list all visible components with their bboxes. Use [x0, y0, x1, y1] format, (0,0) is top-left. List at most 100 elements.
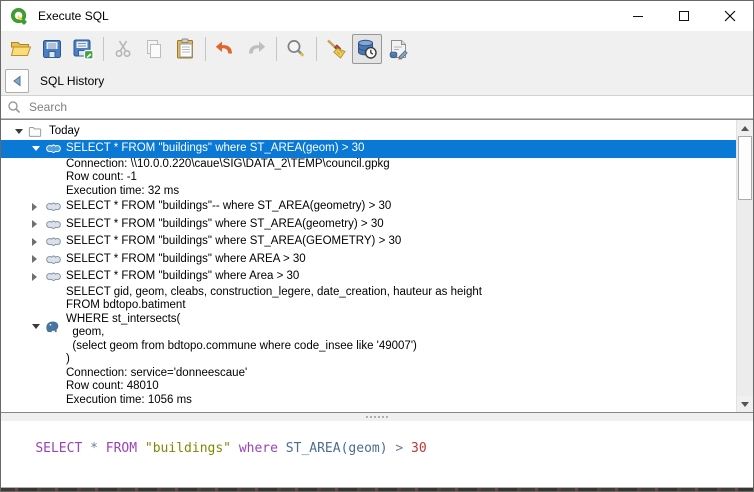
redo-button[interactable]: [241, 34, 271, 64]
sql-history-button[interactable]: [352, 34, 382, 64]
panel-title: SQL History: [40, 74, 104, 88]
sql-editor[interactable]: SELECT * FROM "buildings" where ST_AREA(…: [1, 421, 753, 487]
tree-row-text: SELECT * FROM "buildings" where AREA > 3…: [66, 253, 306, 267]
tree-row-text: Connection: \\10.0.0.220\caue\SIG\DATA_2…: [66, 158, 390, 172]
collapse-arrow-icon[interactable]: [32, 324, 40, 329]
tree-row-text: Row count: -1: [66, 171, 137, 185]
open-folder-icon: [9, 37, 33, 61]
tree-row-text: SELECT * FROM "buildings" where ST_AREA(…: [66, 142, 364, 156]
tree-query-row[interactable]: SELECT * FROM "buildings" where AREA > 3…: [1, 251, 736, 269]
cut-button[interactable]: [108, 34, 138, 64]
paste-button[interactable]: [170, 34, 200, 64]
gpkg-icon: [45, 200, 66, 213]
search-input[interactable]: [27, 99, 747, 115]
tree-query-row[interactable]: SELECT * FROM "buildings" where ST_AREA(…: [1, 140, 736, 158]
clear-button[interactable]: [321, 34, 351, 64]
tree-row-text: Connection: service='donneescaue': [66, 367, 247, 381]
paste-icon: [173, 37, 197, 61]
tree-row-text: Execution time: 1056 ms: [66, 394, 192, 408]
splitter-handle[interactable]: [1, 413, 753, 421]
close-button[interactable]: [707, 1, 753, 31]
undo-icon: [213, 37, 237, 61]
expander-cell: [32, 238, 45, 246]
find-button[interactable]: [281, 34, 311, 64]
gpkg-icon: [45, 270, 66, 283]
expander-cell: [32, 203, 45, 211]
expander-cell: [15, 129, 28, 134]
tree-detail-row[interactable]: Execution time: 32 ms: [1, 185, 736, 199]
expander-cell: [32, 324, 45, 329]
tree-row-text: Row count: 48010: [66, 380, 159, 394]
scroll-up-button[interactable]: [737, 120, 753, 136]
expand-arrow-icon[interactable]: [32, 255, 37, 263]
arrow-down-icon: [741, 402, 749, 407]
minimize-icon: [633, 16, 643, 17]
window-title: Execute SQL: [38, 9, 615, 23]
splitter-dots-icon: [366, 416, 388, 418]
vertical-scrollbar[interactable]: [736, 120, 753, 412]
panel-header: SQL History: [1, 67, 753, 95]
expand-arrow-icon[interactable]: [32, 203, 37, 211]
save-as-icon: [71, 37, 95, 61]
gpkg-icon: [45, 142, 66, 155]
scroll-down-button[interactable]: [737, 396, 753, 412]
back-button[interactable]: [5, 69, 29, 93]
execute-query-button[interactable]: [383, 34, 413, 64]
search-bar: [1, 95, 753, 119]
copy-icon: [142, 37, 166, 61]
gpkg-icon: [45, 253, 66, 266]
minimize-button[interactable]: [615, 1, 661, 31]
tree-detail-row[interactable]: Connection: service='donneescaue': [1, 367, 736, 381]
tree-query-row[interactable]: SELECT gid, geom, cleabs, construction_l…: [1, 286, 736, 367]
expander-cell: [32, 255, 45, 263]
broom-icon: [324, 37, 348, 61]
redo-icon: [244, 37, 268, 61]
expander-cell: [32, 146, 45, 151]
tree-query-row[interactable]: SELECT * FROM "buildings" where Area > 3…: [1, 268, 736, 286]
tree-row-text: SELECT * FROM "buildings"-- where ST_ARE…: [66, 200, 391, 214]
toolbar-separator: [316, 37, 317, 61]
scrollbar-thumb[interactable]: [738, 136, 752, 200]
tree-detail-row[interactable]: Connection: \\10.0.0.220\caue\SIG\DATA_2…: [1, 158, 736, 172]
save-button[interactable]: [37, 34, 67, 64]
tree-detail-row[interactable]: Row count: -1: [1, 171, 736, 185]
maximize-icon: [679, 11, 689, 21]
postgres-icon: [45, 319, 66, 334]
tree-row-text: SELECT * FROM "buildings" where ST_AREA(…: [66, 235, 401, 249]
collapse-arrow-icon[interactable]: [32, 146, 40, 151]
qgis-logo-icon: [10, 7, 29, 26]
save-as-button[interactable]: [68, 34, 98, 64]
tree-group-row[interactable]: Today: [1, 123, 736, 140]
cut-icon: [111, 37, 135, 61]
expand-arrow-icon[interactable]: [32, 273, 37, 281]
expand-arrow-icon[interactable]: [32, 220, 37, 228]
expander-cell: [32, 273, 45, 281]
sql-history-panel: Today SELECT * FROM "buildings" where ST_…: [1, 119, 753, 413]
tree-row-text: SELECT gid, geom, cleabs, construction_l…: [66, 286, 482, 367]
tree-detail-row[interactable]: Execution time: 1056 ms: [1, 394, 736, 408]
gpkg-icon: [45, 218, 66, 231]
sql-history-tree: Today SELECT * FROM "buildings" where ST_…: [1, 120, 736, 412]
tree-row-text: SELECT * FROM "buildings" where ST_AREA(…: [66, 218, 384, 232]
back-arrow-icon: [11, 75, 23, 87]
maximize-button[interactable]: [661, 1, 707, 31]
copy-button[interactable]: [139, 34, 169, 64]
title-bar: Execute SQL: [1, 1, 753, 31]
tree-detail-row[interactable]: Row count: 48010: [1, 380, 736, 394]
expander-cell: [32, 220, 45, 228]
save-icon: [40, 37, 64, 61]
tree-query-row[interactable]: SELECT * FROM "buildings" where ST_AREA(…: [1, 216, 736, 234]
collapse-arrow-icon[interactable]: [15, 129, 23, 134]
open-file-button[interactable]: [6, 34, 36, 64]
toolbar-separator: [205, 37, 206, 61]
gpkg-icon: [45, 235, 66, 248]
close-icon: [724, 10, 736, 22]
execute-sql-dialog: Execute SQL: [0, 0, 754, 492]
tree-query-row[interactable]: SELECT * FROM "buildings"-- where ST_ARE…: [1, 198, 736, 216]
search-icon: [7, 100, 21, 114]
tree-query-row[interactable]: SELECT * FROM "buildings" where ST_AREA(…: [1, 233, 736, 251]
undo-button[interactable]: [210, 34, 240, 64]
scrollbar-track[interactable]: [737, 136, 753, 396]
clipped-bottom-row: [1, 487, 753, 492]
expand-arrow-icon[interactable]: [32, 238, 37, 246]
